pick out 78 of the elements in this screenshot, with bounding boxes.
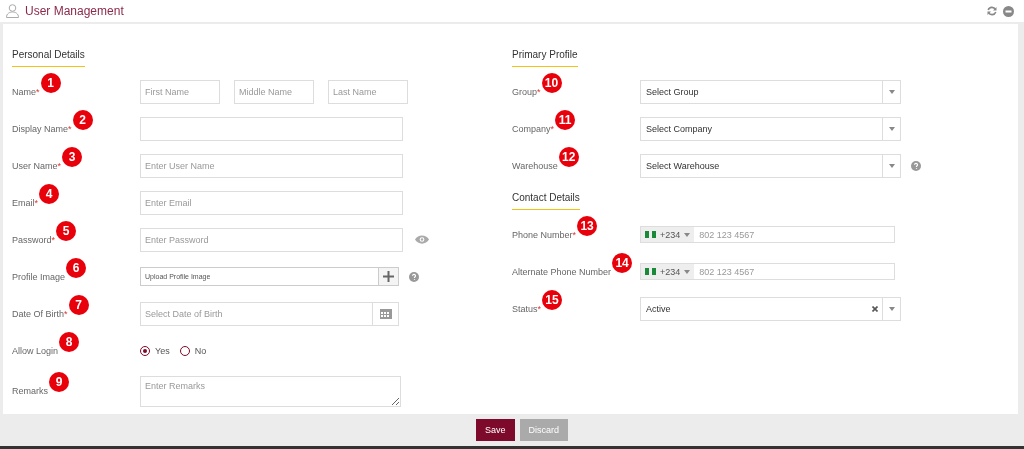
field-label: Status: [512, 303, 538, 314]
caret-icon: [888, 163, 895, 168]
annotation-badge: 15: [542, 289, 563, 310]
annotation-badge: 6: [66, 257, 87, 278]
field-label: Password: [12, 234, 52, 245]
input-field[interactable]: Middle Name: [234, 79, 314, 104]
required-mark: *: [537, 86, 541, 97]
annotation-badge: 10: [541, 72, 562, 93]
radio-option[interactable]: No: [179, 345, 207, 356]
user-icon: [6, 4, 19, 18]
clear-icon[interactable]: [872, 305, 878, 312]
section-heading: Personal Details: [12, 49, 85, 67]
flag-icon: [645, 231, 656, 238]
caret-icon: [684, 232, 691, 237]
required-mark: *: [572, 229, 577, 240]
required-mark: *: [64, 308, 68, 319]
refresh-icon[interactable]: [987, 6, 997, 16]
field-label: User Name: [12, 160, 58, 171]
annotation-badge: 7: [68, 294, 89, 315]
calendar-icon[interactable]: [379, 308, 392, 319]
input-field[interactable]: [140, 116, 403, 141]
field-label: Alternate Phone Number: [512, 266, 612, 277]
annotation-badge: 2: [72, 109, 93, 130]
field-label: Company: [512, 123, 551, 134]
radio-option[interactable]: Yes: [140, 345, 170, 356]
phone-field[interactable]: +234 802 123 4567: [640, 226, 895, 243]
select-dropdown[interactable]: Select Group: [640, 79, 901, 104]
annotation-badge: 5: [56, 220, 77, 241]
help-icon[interactable]: [409, 271, 419, 282]
password-field[interactable]: Enter Password: [140, 227, 403, 252]
section-heading: Primary Profile: [512, 49, 578, 67]
input-field[interactable]: Last Name: [328, 79, 408, 104]
caret-icon: [684, 269, 691, 274]
annotation-badge: 13: [577, 215, 598, 236]
input-field[interactable]: Enter Email: [140, 190, 403, 215]
input-field[interactable]: Enter User Name: [140, 153, 403, 178]
caret-icon: [888, 89, 895, 94]
country-code-selector[interactable]: +234: [641, 227, 695, 242]
field-label: Group: [512, 86, 537, 97]
annotation-badge: 12: [558, 146, 579, 167]
annotation-badge: 4: [39, 183, 60, 204]
select-dropdown[interactable]: Select Warehouse: [640, 153, 901, 178]
eye-icon[interactable]: [415, 235, 429, 244]
required-mark: *: [57, 160, 62, 171]
select-dropdown[interactable]: Select Company: [640, 116, 901, 141]
help-icon[interactable]: [911, 160, 921, 171]
country-code-selector[interactable]: +234: [641, 264, 695, 279]
field-label: Name: [12, 86, 36, 97]
annotation-badge: 9: [49, 372, 69, 392]
required-mark: *: [537, 303, 542, 314]
save-button[interactable]: Save: [476, 419, 515, 441]
remarks-field[interactable]: Enter Remarks: [140, 375, 401, 407]
field-label: Remarks: [12, 386, 48, 396]
required-mark: *: [68, 123, 72, 134]
required-mark: *: [51, 234, 56, 245]
field-label: Allow Login: [12, 345, 59, 356]
plus-icon[interactable]: [383, 271, 394, 282]
annotation-badge: 3: [62, 146, 83, 167]
input-field[interactable]: First Name: [140, 79, 220, 104]
required-mark: *: [550, 123, 555, 134]
field-label: Email: [12, 197, 35, 208]
flag-icon: [645, 268, 656, 275]
caret-icon: [888, 306, 895, 311]
field-label: Phone Number: [512, 229, 573, 240]
annotation-badge: 14: [612, 252, 633, 273]
required-mark: *: [36, 86, 40, 97]
collapse-icon[interactable]: [1003, 5, 1014, 17]
annotation-badge: 11: [555, 109, 576, 130]
select-dropdown[interactable]: Active: [640, 296, 901, 321]
field-label: Profile Image: [12, 271, 66, 282]
field-label: Warehouse: [512, 160, 558, 171]
caret-icon: [888, 126, 895, 131]
required-mark: *: [34, 197, 39, 208]
page-title: User Management: [25, 4, 124, 18]
annotation-badge: 1: [40, 72, 61, 93]
phone-field[interactable]: +234 802 123 4567: [640, 263, 895, 280]
annotation-badge: 8: [59, 331, 80, 352]
section-heading: Contact Details: [512, 192, 580, 210]
